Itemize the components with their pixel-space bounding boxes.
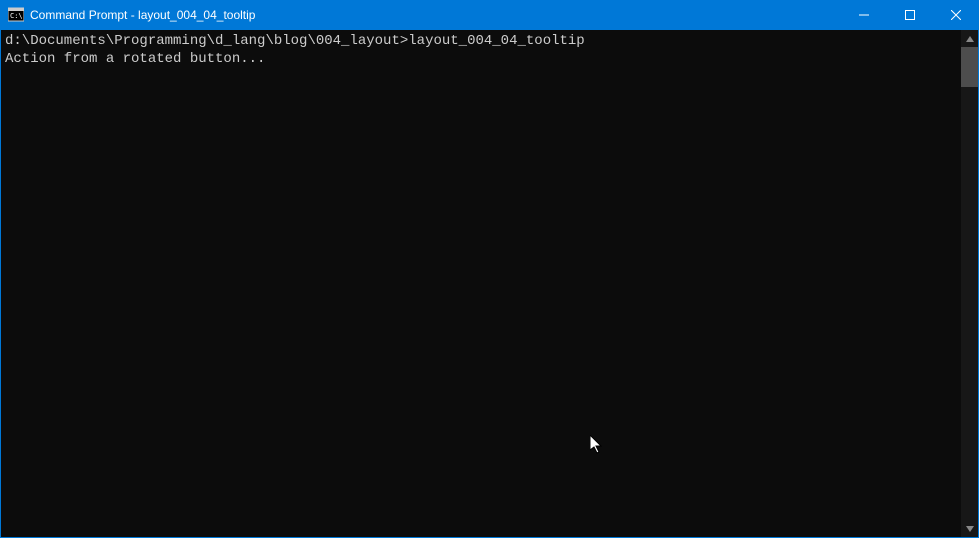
svg-text:C:\: C:\ <box>10 12 23 20</box>
prompt-path: d:\Documents\Programming\d_lang\blog\004… <box>5 33 408 49</box>
app-icon: C:\ <box>8 7 24 23</box>
command-prompt-window: C:\ Command Prompt - layout_004_04_toolt… <box>0 0 979 538</box>
scroll-down-button[interactable] <box>961 520 978 537</box>
maximize-button[interactable] <box>887 0 933 30</box>
output-line: Action from a rotated button... <box>5 51 265 67</box>
terminal-area: d:\Documents\Programming\d_lang\blog\004… <box>0 30 979 538</box>
command-text: layout_004_04_tooltip <box>408 33 584 49</box>
window-controls <box>841 0 979 30</box>
vertical-scrollbar[interactable] <box>961 30 978 537</box>
scroll-up-button[interactable] <box>961 30 978 47</box>
scrollbar-track[interactable] <box>961 47 978 520</box>
close-button[interactable] <box>933 0 979 30</box>
titlebar[interactable]: C:\ Command Prompt - layout_004_04_toolt… <box>0 0 979 30</box>
terminal-content[interactable]: d:\Documents\Programming\d_lang\blog\004… <box>1 30 961 537</box>
window-title: Command Prompt - layout_004_04_tooltip <box>30 8 841 22</box>
minimize-button[interactable] <box>841 0 887 30</box>
scrollbar-thumb[interactable] <box>961 47 978 87</box>
